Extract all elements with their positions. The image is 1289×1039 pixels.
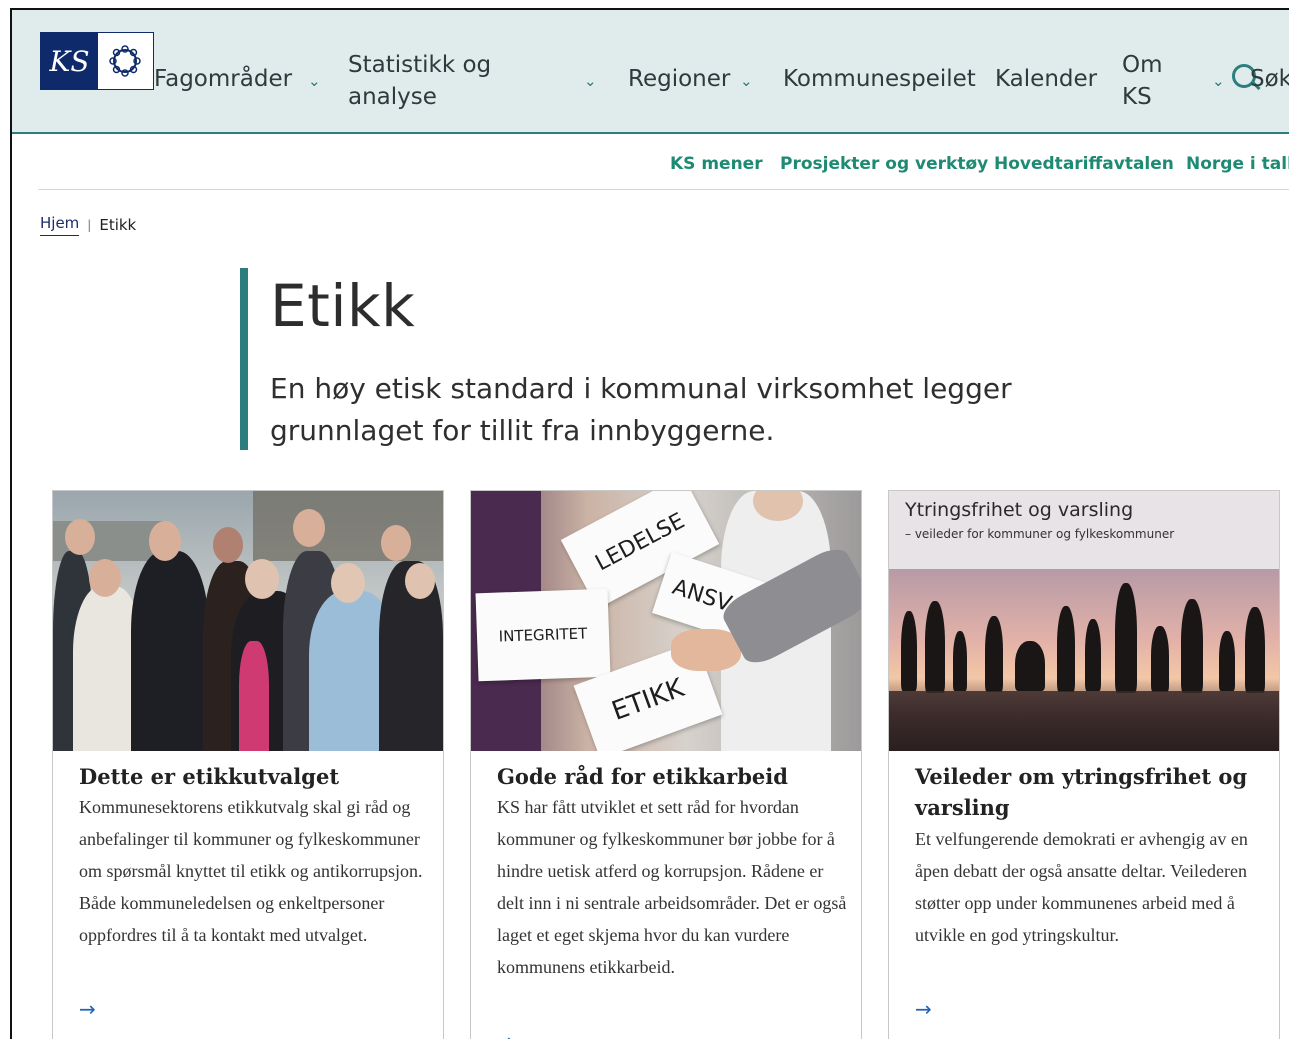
card-title[interactable]: Gode råd for etikkarbeid bbox=[497, 761, 847, 792]
card-ytringsfrihet[interactable]: Ytringsfrihet og varsling – veileder for… bbox=[888, 490, 1280, 1039]
nav-kalender[interactable]: Kalender bbox=[995, 64, 1097, 95]
sign-integritet: INTEGRITET bbox=[475, 588, 611, 682]
logo-text: KS bbox=[41, 33, 98, 89]
breadcrumb-current: Etikk bbox=[99, 216, 137, 234]
nav-statistikk-line2[interactable]: analyse bbox=[348, 82, 437, 113]
nav-kommunespeilet[interactable]: Kommunespeilet bbox=[783, 64, 976, 95]
ethics-signs-image: LEDELSE ANSVA INTEGRITET ETIKK bbox=[471, 491, 861, 751]
hero-accent-bar bbox=[240, 268, 248, 450]
nav-om-ks-line1[interactable]: Om bbox=[1122, 50, 1163, 81]
site-header: KS Fagområder ⌄ Statistikk og analyse ⌄ bbox=[12, 10, 1289, 134]
page-frame: KS Fagområder ⌄ Statistikk og analyse ⌄ bbox=[10, 8, 1289, 1039]
logo-emblem-icon bbox=[97, 33, 153, 89]
breadcrumb-home[interactable]: Hjem bbox=[40, 214, 80, 236]
cover-subtitle: – veileder for kommuner og fylkeskommune… bbox=[905, 527, 1175, 541]
arrow-right-icon[interactable]: → bbox=[497, 1029, 514, 1039]
subnav-prosjekter[interactable]: Prosjekter og verktøy bbox=[780, 154, 988, 174]
group-photo-image bbox=[53, 491, 443, 751]
breadcrumb: Hjem | Etikk bbox=[40, 214, 136, 236]
search-label[interactable]: Søk bbox=[1250, 66, 1289, 92]
chevron-down-icon[interactable]: ⌄ bbox=[584, 72, 597, 90]
card-description: Kommunesektorens etikkutvalg skal gi råd… bbox=[79, 797, 423, 945]
subnav-norge-i-tall[interactable]: Norge i tall bbox=[1186, 154, 1289, 174]
ks-logo[interactable]: KS bbox=[40, 32, 154, 90]
card-title[interactable]: Dette er etikkutvalget bbox=[79, 761, 429, 792]
arrow-right-icon[interactable]: → bbox=[79, 997, 96, 1021]
page-lead: En høy etisk standard i kommunal virksom… bbox=[270, 372, 1012, 447]
card-etikkutvalget[interactable]: Dette er etikkutvalget Kommunesektorens … bbox=[52, 490, 444, 1039]
nav-statistikk-line1[interactable]: Statistikk og bbox=[348, 50, 491, 81]
nav-om-ks-line2[interactable]: KS bbox=[1122, 82, 1152, 113]
secondary-nav: KS mener Prosjekter og verktøy Hovedtari… bbox=[38, 134, 1289, 190]
subnav-hovedtariffavtalen[interactable]: Hovedtariffavtalen bbox=[994, 154, 1174, 174]
card-title[interactable]: Veileder om ytringsfrihet og varsling bbox=[915, 761, 1265, 823]
cover-title: Ytringsfrihet og varsling bbox=[905, 499, 1134, 521]
chevron-down-icon[interactable]: ⌄ bbox=[308, 72, 321, 90]
page-title: Etikk bbox=[270, 272, 416, 340]
nav-regioner[interactable]: Regioner bbox=[628, 64, 730, 95]
chevron-down-icon[interactable]: ⌄ bbox=[740, 72, 753, 90]
subnav-ks-mener[interactable]: KS mener bbox=[670, 154, 763, 174]
card-description: Et velfungerende demokrati er avhengig a… bbox=[915, 829, 1248, 945]
chevron-down-icon[interactable]: ⌄ bbox=[1212, 72, 1225, 90]
nav-fagomrader[interactable]: Fagområder bbox=[154, 64, 292, 95]
arrow-right-icon[interactable]: → bbox=[915, 997, 932, 1021]
card-description: KS har fått utviklet et sett råd for hvo… bbox=[497, 797, 847, 977]
ytringsfrihet-cover-image: Ytringsfrihet og varsling – veileder for… bbox=[889, 491, 1279, 751]
card-gode-rad[interactable]: LEDELSE ANSVA INTEGRITET ETIKK Gode råd … bbox=[470, 490, 862, 1039]
breadcrumb-separator: | bbox=[87, 218, 92, 232]
